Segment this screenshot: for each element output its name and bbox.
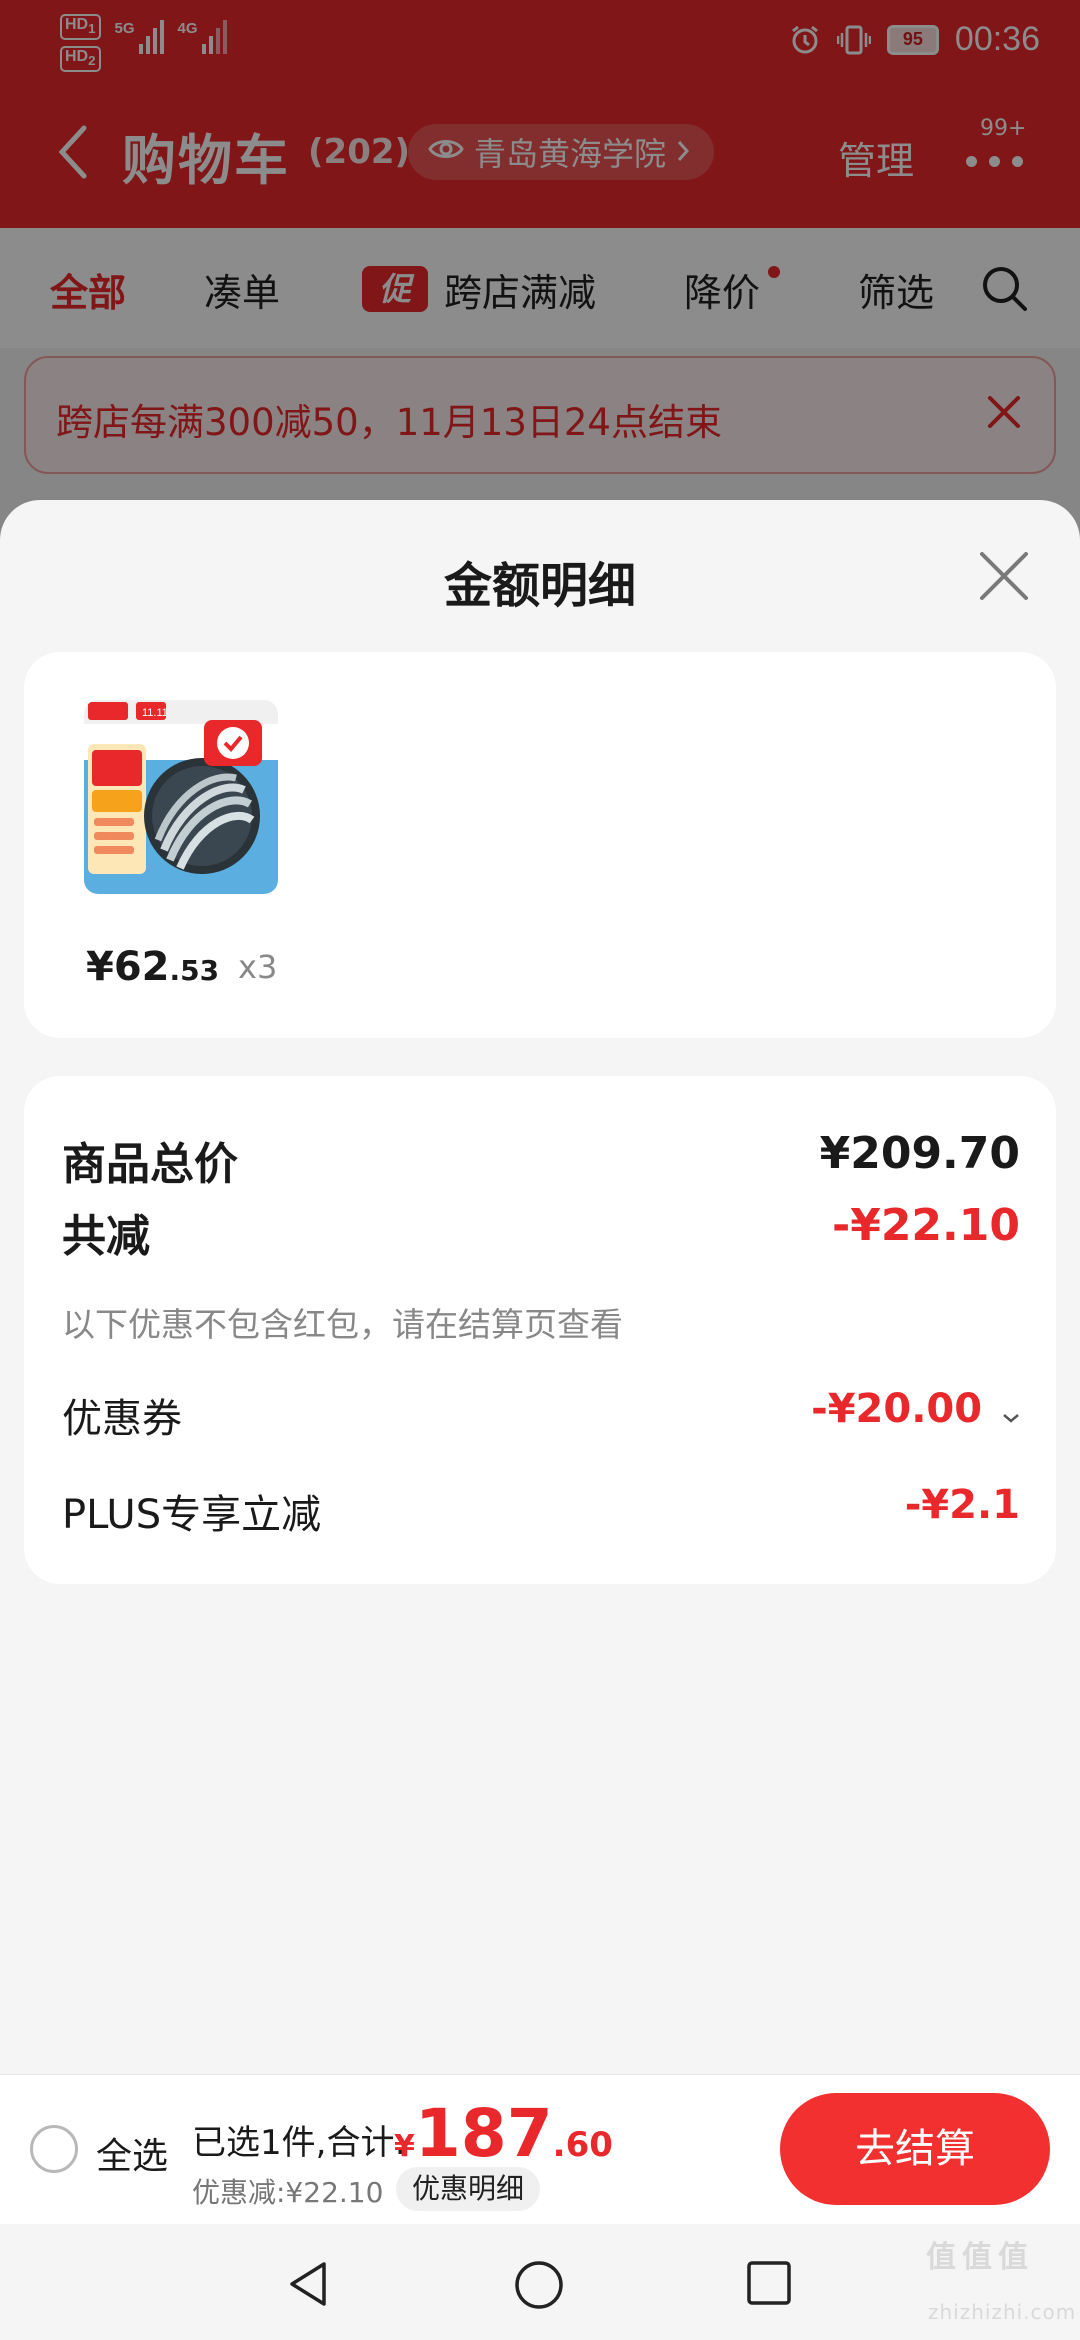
coupon-value: -¥20.00 [811, 1386, 983, 1432]
watermark-logo: 值值值 [926, 2240, 1034, 2275]
checkout-bar: 全选 已选1件,合计: ¥187.60 优惠减:¥22.10 优惠明细 去结算 [0, 2074, 1080, 2224]
subtotal-label: 商品总价 [62, 1139, 238, 1190]
subtotal-value: ¥209.70 [819, 1128, 1020, 1179]
system-navigation-bar [0, 2224, 1080, 2340]
product-image-tag: 11.11 [142, 707, 168, 719]
watermark-domain: zhizhizhi.com [928, 2300, 1077, 2324]
product-quantity: x3 [238, 948, 278, 986]
product-price-dec: .53 [169, 954, 220, 987]
product-card: 11.11 ¥62.53 x3 [24, 652, 1056, 1038]
back-nav-icon[interactable] [286, 2260, 330, 2312]
coupon-label: 优惠券 [62, 1396, 182, 1442]
select-all-label[interactable]: 全选 [96, 2127, 168, 2179]
product-price: ¥62.53 [86, 944, 219, 990]
price-summary-card: 商品总价 ¥209.70 共减 -¥22.10 以下优惠不包含红包，请在结算页查… [24, 1076, 1056, 1584]
total-amount: ¥187.60 [394, 2095, 613, 2172]
discount-detail-button[interactable]: 优惠明细 [396, 2167, 541, 2211]
home-nav-icon[interactable] [514, 2260, 564, 2314]
saved-amount: 优惠减:¥22.10 [192, 2176, 384, 2209]
close-icon[interactable] [978, 550, 1030, 602]
discount-note: 以下优惠不包含红包，请在结算页查看 [62, 1305, 623, 1344]
amount-detail-sheet: 金额明细 11.11 ¥62.53 x3 商品总价 ¥209.70 共减 -¥2… [0, 500, 1080, 2074]
plus-discount-label: PLUS专享立减 [62, 1492, 322, 1538]
recents-nav-icon[interactable] [746, 2260, 792, 2310]
total-int: 187 [414, 2095, 553, 2172]
checkout-button[interactable]: 去结算 [780, 2093, 1050, 2205]
coupon-row-value[interactable]: -¥20.00 [811, 1386, 1020, 1434]
select-all-checkbox[interactable] [30, 2125, 78, 2173]
product-price-int: ¥62 [86, 944, 170, 990]
discount-total-value: -¥22.10 [831, 1200, 1020, 1251]
discount-total-label: 共减 [62, 1211, 150, 1262]
total-currency: ¥ [394, 2129, 415, 2164]
product-thumbnail[interactable]: 11.11 [84, 700, 278, 894]
selected-count-label: 已选1件,合计: [192, 2123, 406, 2163]
total-dec: .60 [552, 2125, 613, 2165]
sheet-title: 金额明细 [443, 558, 636, 614]
plus-discount-value: -¥2.1 [904, 1482, 1020, 1528]
chevron-down-icon [1002, 1388, 1020, 1434]
